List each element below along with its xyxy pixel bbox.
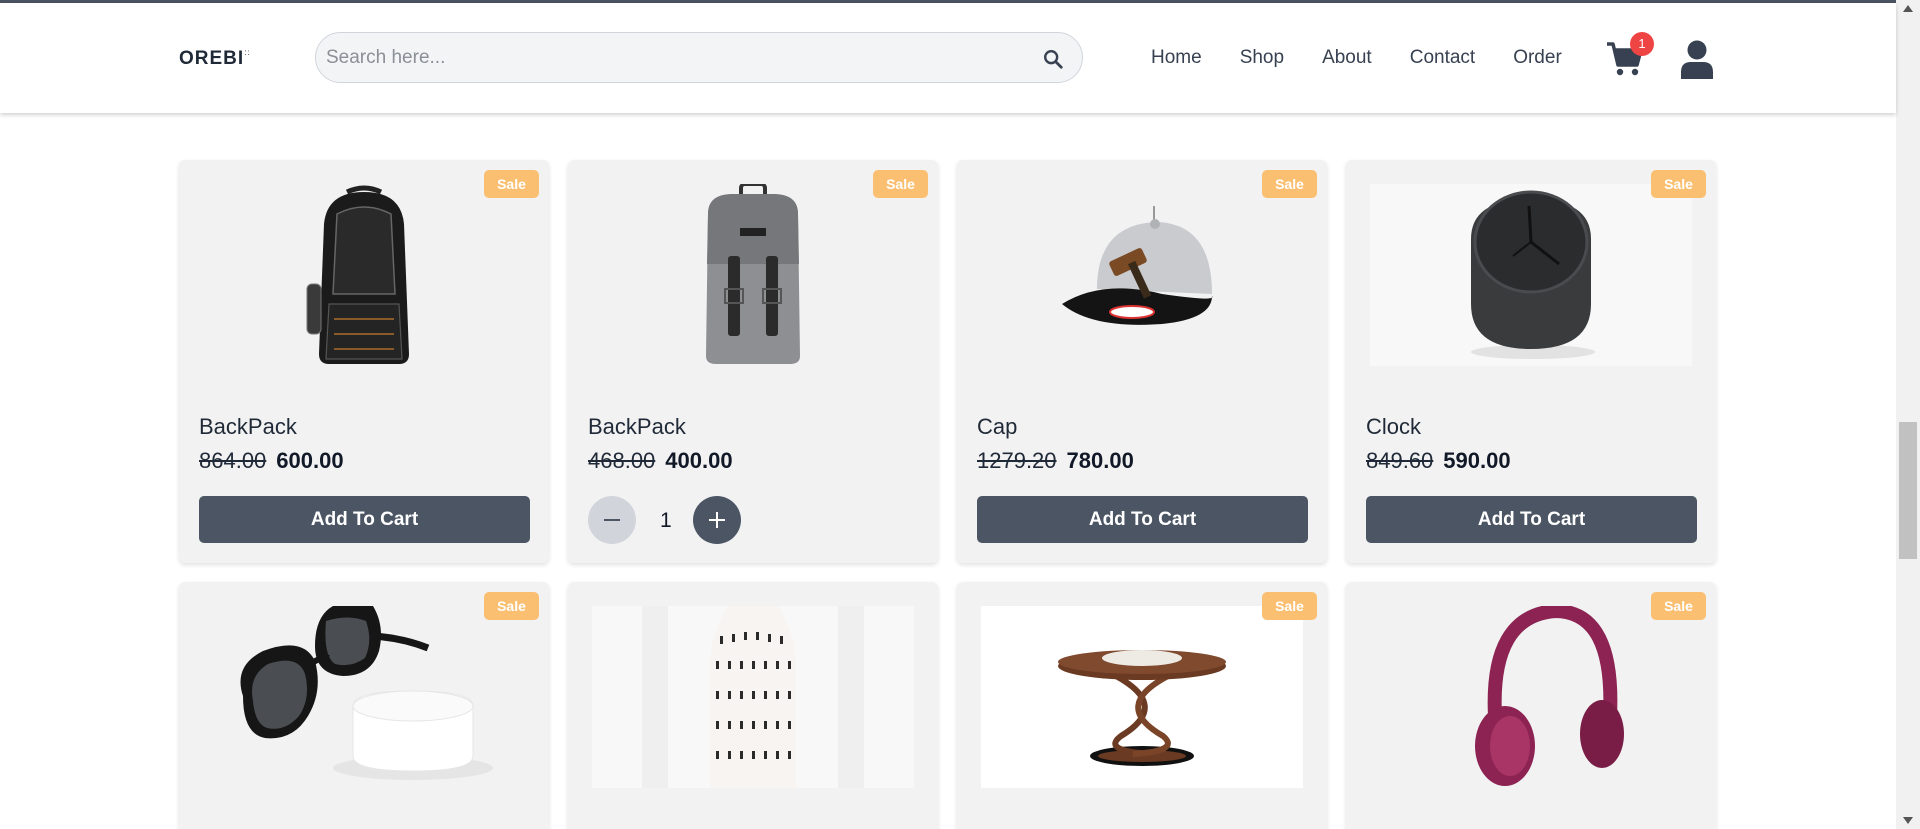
scroll-up-arrow-icon[interactable] xyxy=(1903,5,1913,12)
add-to-cart-button[interactable]: Add To Cart xyxy=(1366,496,1697,543)
sale-badge: Sale xyxy=(484,592,539,620)
current-price: 400.00 xyxy=(665,448,733,473)
sale-badge: Sale xyxy=(1262,170,1317,198)
user-icon[interactable] xyxy=(1679,39,1715,79)
product-card[interactable]: Sale Clock 849.60 590.00 Add To Cart xyxy=(1346,160,1716,563)
product-image[interactable] xyxy=(1370,606,1692,788)
old-price: 468.00 xyxy=(588,448,656,473)
nav-shop[interactable]: Shop xyxy=(1240,47,1284,69)
product-card[interactable]: Sale BackPack 468.00 400.00 1 xyxy=(568,160,938,563)
minus-icon xyxy=(604,519,620,521)
product-card[interactable]: Sale xyxy=(957,582,1327,829)
old-price: 1279.20 xyxy=(977,448,1057,473)
product-name[interactable]: Cap xyxy=(977,414,1017,440)
vase-icon xyxy=(642,606,864,788)
cart-count-badge: 1 xyxy=(1630,32,1654,56)
search-bar xyxy=(315,32,1083,83)
nav-about[interactable]: About xyxy=(1322,47,1372,69)
product-card[interactable]: Sale xyxy=(179,582,549,829)
product-price: 864.00 600.00 xyxy=(199,448,344,474)
product-image[interactable] xyxy=(203,184,525,366)
product-card[interactable]: Sale BackPack 864.00 600.00 Add To Cart xyxy=(179,160,549,563)
quantity-stepper: 1 xyxy=(588,496,788,544)
backpack-icon xyxy=(306,185,409,364)
quantity-value: 1 xyxy=(660,509,672,532)
product-image[interactable] xyxy=(592,606,914,788)
old-price: 849.60 xyxy=(1366,448,1434,473)
product-image[interactable] xyxy=(981,606,1303,788)
page-scrollbar[interactable] xyxy=(1896,0,1920,829)
product-name[interactable]: BackPack xyxy=(199,414,297,440)
scroll-thumb[interactable] xyxy=(1899,422,1917,559)
sale-badge: Sale xyxy=(1651,170,1706,198)
logo[interactable]: OREBI:: xyxy=(179,48,251,70)
product-price: 1279.20 780.00 xyxy=(977,448,1134,474)
decrease-quantity-button[interactable] xyxy=(588,496,636,544)
nav-contact[interactable]: Contact xyxy=(1410,47,1475,69)
logo-mark: :: xyxy=(244,48,251,57)
search-input[interactable] xyxy=(326,45,1006,71)
logo-text: OREBI xyxy=(179,48,245,69)
product-name[interactable]: BackPack xyxy=(588,414,686,440)
increase-quantity-button[interactable] xyxy=(693,496,741,544)
scroll-down-arrow-icon[interactable] xyxy=(1903,817,1913,824)
current-price: 600.00 xyxy=(276,448,344,473)
headphones-icon xyxy=(1475,606,1624,786)
product-image[interactable] xyxy=(981,184,1303,366)
cap-icon xyxy=(1062,206,1213,325)
search-icon[interactable] xyxy=(1042,48,1064,70)
product-card[interactable]: Sale Cap 1279.20 780.00 Add To Cart xyxy=(957,160,1327,563)
add-to-cart-button[interactable]: Add To Cart xyxy=(977,496,1308,543)
product-image[interactable] xyxy=(1370,184,1692,366)
add-to-cart-button[interactable]: Add To Cart xyxy=(199,496,530,543)
product-image[interactable] xyxy=(203,606,525,788)
clock-icon xyxy=(1471,190,1595,359)
product-card[interactable] xyxy=(568,582,938,829)
sale-badge: Sale xyxy=(484,170,539,198)
sale-badge: Sale xyxy=(1651,592,1706,620)
backpack-icon xyxy=(706,184,800,364)
product-image[interactable] xyxy=(592,184,914,366)
current-price: 590.00 xyxy=(1443,448,1511,473)
main-nav: Home Shop About Contact Order xyxy=(1151,47,1600,69)
old-price: 864.00 xyxy=(199,448,267,473)
nav-order[interactable]: Order xyxy=(1513,47,1562,69)
table-icon xyxy=(1058,650,1226,766)
sale-badge: Sale xyxy=(1262,592,1317,620)
product-price: 849.60 590.00 xyxy=(1366,448,1511,474)
plus-icon xyxy=(709,512,725,528)
sunglasses-icon xyxy=(240,606,493,780)
sale-badge: Sale xyxy=(873,170,928,198)
nav-home[interactable]: Home xyxy=(1151,47,1202,69)
current-price: 780.00 xyxy=(1066,448,1134,473)
product-card[interactable]: Sale xyxy=(1346,582,1716,829)
product-name[interactable]: Clock xyxy=(1366,414,1421,440)
site-header: OREBI:: Home Shop About Contact Order 1 xyxy=(0,3,1896,113)
product-price: 468.00 400.00 xyxy=(588,448,733,474)
